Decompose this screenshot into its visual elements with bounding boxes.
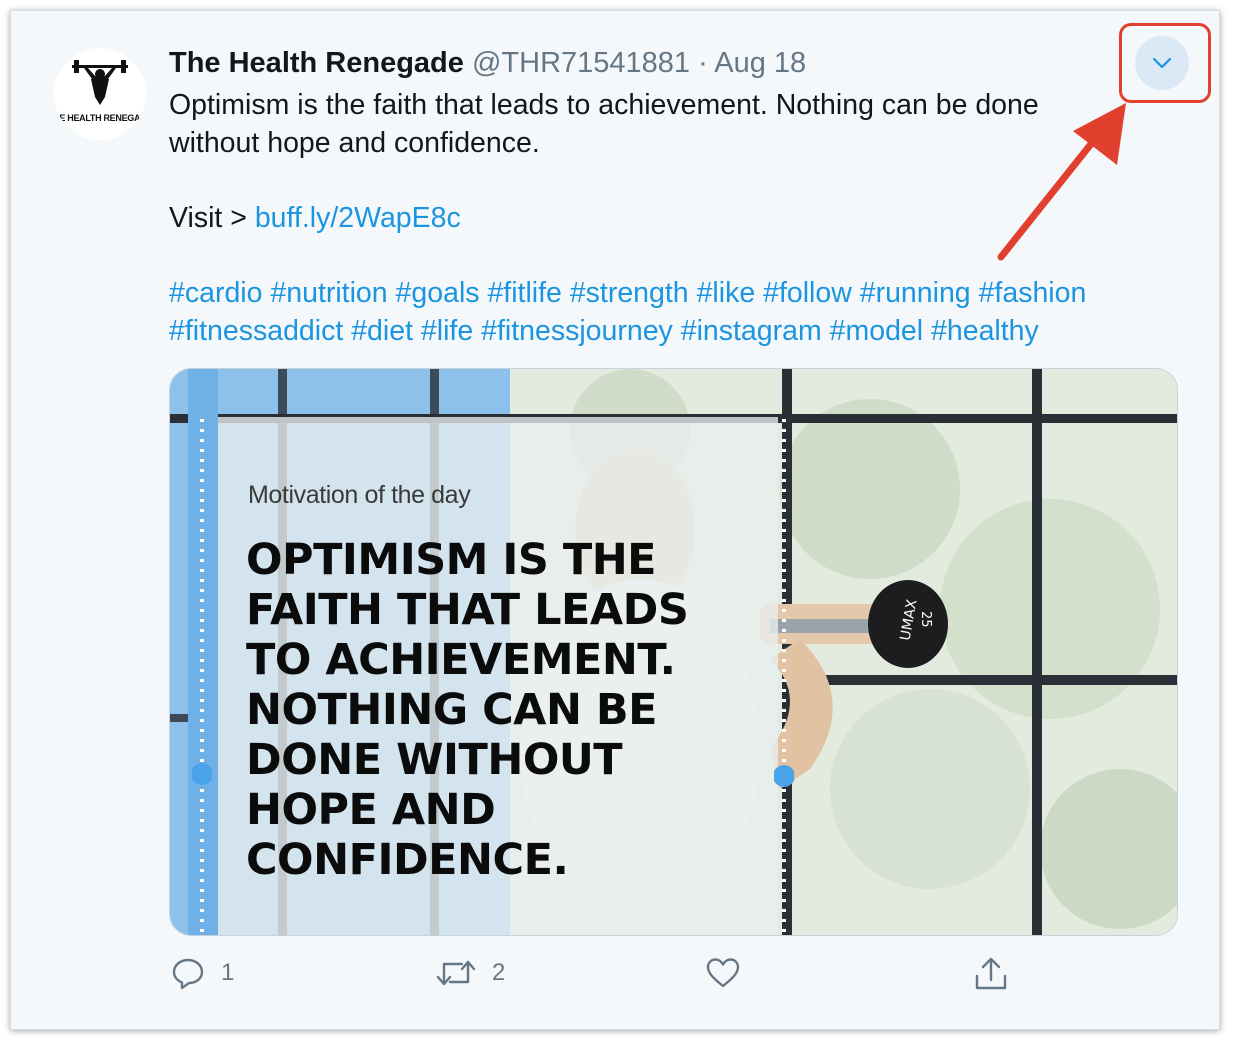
display-name[interactable]: The Health Renegade: [169, 47, 464, 79]
weightlifter-logo-icon: [72, 60, 128, 105]
tweet-header: The Health Renegade @THR71541881 · Aug 1…: [169, 45, 806, 81]
hashtags-line[interactable]: #cardio #nutrition #goals #fitlife #stre…: [169, 275, 1189, 313]
tweet-date[interactable]: Aug 18: [714, 47, 806, 79]
tweet-actions: 1 2: [11, 956, 1219, 996]
quote-line: OPTIMISM IS THE: [246, 535, 657, 585]
plate-weight: 25: [918, 611, 933, 628]
reply-button[interactable]: 1: [171, 956, 234, 990]
quote-line: NOTHING CAN BE: [246, 685, 658, 735]
media-quote: OPTIMISM IS THE FAITH THAT LEADS TO ACHI…: [246, 535, 726, 885]
quote-line: HOPE AND: [246, 785, 496, 835]
hashtags-line[interactable]: #fitnessaddict #diet #life #fitnessjourn…: [169, 313, 1189, 351]
dotted-divider-left: [192, 419, 212, 934]
dotted-divider-right: [774, 419, 794, 934]
quote-line: DONE WITHOUT: [246, 735, 623, 785]
tweet-text-line: Optimism is the faith that leads to achi…: [169, 89, 1039, 121]
quote-line: CONFIDENCE.: [246, 835, 569, 885]
tweet-text-line: without hope and confidence.: [169, 126, 540, 159]
tweet-media-image[interactable]: UMAX 25 Motivation of the day OPTIMISM I…: [169, 368, 1178, 936]
avatar-label: THE HEALTH RENEGADE: [54, 113, 146, 123]
like-button[interactable]: [705, 956, 741, 990]
visit-prefix: Visit >: [169, 202, 255, 235]
tweet-link[interactable]: buff.ly/2WapE8c: [255, 202, 461, 234]
retweet-button[interactable]: 2: [436, 956, 505, 990]
avatar[interactable]: THE HEALTH RENEGADE: [54, 48, 146, 140]
header-separator: ·: [698, 47, 708, 79]
quote-line: TO ACHIEVEMENT.: [246, 635, 676, 685]
retweet-icon: [436, 960, 476, 986]
tweet-card[interactable]: THE HEALTH RENEGADE The Health Renegade …: [10, 10, 1220, 1030]
heart-icon: [706, 958, 740, 988]
share-button[interactable]: [973, 956, 1009, 992]
share-icon: [975, 957, 1007, 990]
tweet-body: Optimism is the faith that leads to achi…: [169, 87, 1189, 351]
reply-icon: [172, 958, 204, 990]
reply-count: 1: [221, 959, 235, 986]
visit-line: Visit > buff.ly/2WapE8c: [169, 200, 1189, 238]
quote-line: FAITH THAT LEADS: [246, 585, 689, 635]
user-handle[interactable]: @THR71541881: [472, 47, 690, 79]
media-subtitle: Motivation of the day: [248, 481, 471, 509]
retweet-count: 2: [492, 959, 506, 986]
